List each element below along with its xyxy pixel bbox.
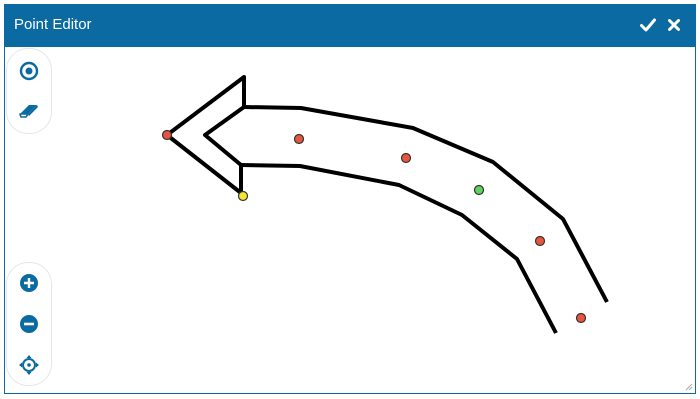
target-circle-icon — [19, 61, 39, 81]
control-point-start[interactable] — [237, 190, 249, 202]
drawing-canvas[interactable] — [5, 47, 695, 393]
control-point[interactable] — [575, 312, 587, 324]
plus-circle-icon — [20, 274, 38, 292]
dialog-title: Point Editor — [14, 16, 92, 33]
zoom-out-button[interactable] — [15, 310, 43, 338]
point-editor-dialog: Point Editor — [4, 4, 696, 394]
control-point[interactable] — [534, 235, 546, 247]
arrow-outline-lower[interactable] — [240, 163, 558, 334]
close-button[interactable] — [663, 14, 685, 36]
title-bar: Point Editor — [5, 5, 695, 47]
resize-grip-icon[interactable] — [683, 381, 693, 391]
recenter-button[interactable] — [15, 351, 43, 379]
close-icon — [668, 19, 680, 31]
zoom-in-button[interactable] — [15, 269, 43, 297]
control-point[interactable] — [293, 133, 305, 145]
arrow-head-inner[interactable] — [203, 105, 246, 167]
control-point-selected[interactable] — [473, 184, 485, 196]
control-point[interactable] — [161, 129, 173, 141]
eraser-icon — [19, 105, 38, 118]
confirm-button[interactable] — [637, 14, 659, 36]
select-point-tool[interactable] — [15, 57, 43, 85]
checkmark-icon — [640, 18, 656, 32]
eraser-tool[interactable] — [15, 97, 43, 125]
view-tools-group — [6, 262, 52, 386]
edit-tools-group — [6, 48, 52, 134]
arrow-shape-drawing[interactable] — [5, 47, 695, 393]
control-point[interactable] — [400, 152, 412, 164]
minus-circle-icon — [20, 315, 38, 333]
crosshair-move-icon — [19, 355, 39, 375]
